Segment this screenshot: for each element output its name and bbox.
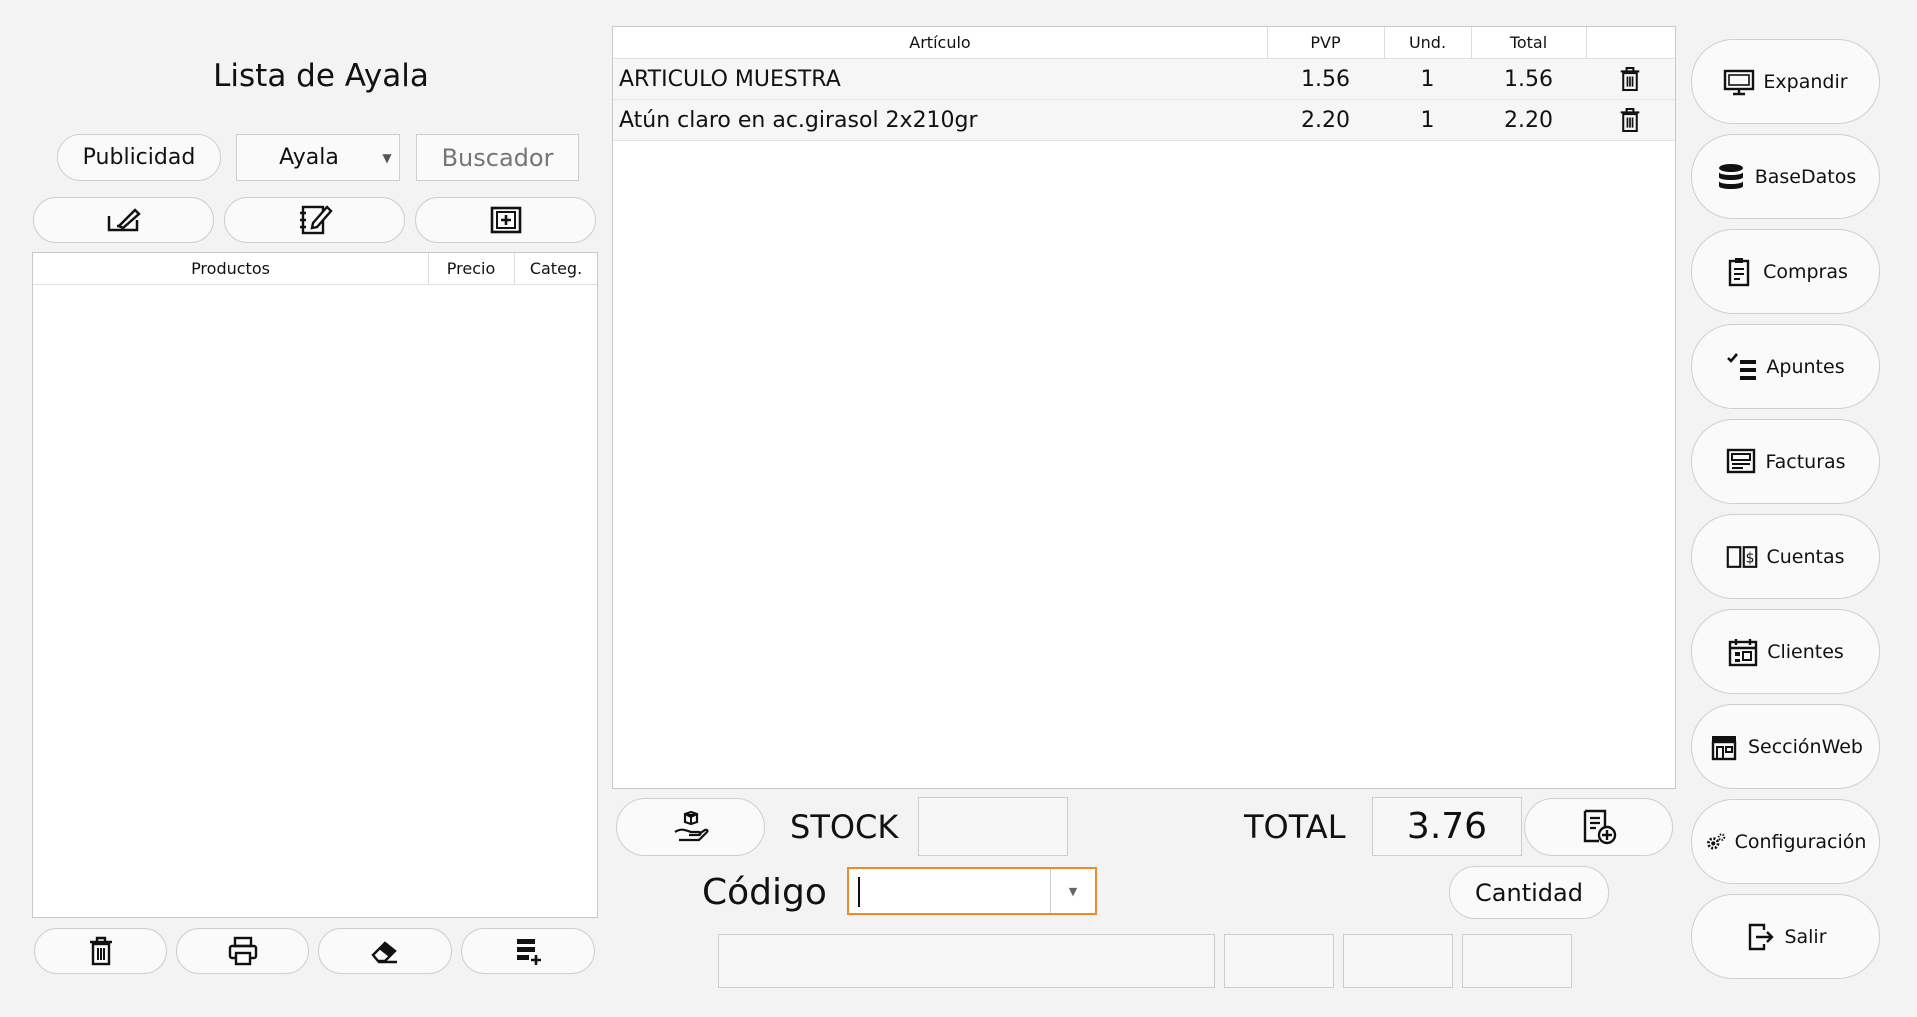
trash-icon [1620, 107, 1640, 133]
search-input[interactable] [416, 134, 579, 181]
table-row[interactable]: Atún claro en ac.girasol 2x210gr 2.20 1 … [613, 100, 1675, 141]
info-field-3 [1343, 934, 1453, 988]
checklist-icon [1727, 352, 1757, 380]
cart-cell-total: 1.56 [1504, 66, 1553, 92]
eraser-icon [371, 941, 397, 964]
codigo-label: Código [702, 872, 827, 913]
notebook-edit-icon [299, 205, 333, 235]
edit-item-button[interactable] [33, 197, 214, 243]
sidebar-item-label: SecciónWeb [1747, 735, 1863, 758]
new-receipt-button[interactable] [1524, 798, 1673, 856]
cart-header-total: Total [1509, 33, 1548, 52]
delete-list-button[interactable] [34, 928, 167, 974]
codigo-input[interactable] [849, 869, 1050, 913]
trash-icon [89, 936, 112, 966]
info-field-4 [1462, 934, 1572, 988]
cantidad-button[interactable]: Cantidad [1449, 866, 1609, 919]
products-header-productos: Productos [191, 259, 270, 278]
print-button[interactable] [176, 928, 309, 974]
codigo-dropdown-button[interactable]: ▼ [1050, 869, 1095, 913]
list-select[interactable]: Ayala ▼ [236, 134, 400, 181]
sidebar-item-facturas[interactable]: Facturas [1691, 419, 1880, 504]
delete-row-button[interactable] [1586, 59, 1674, 99]
list-add-icon [517, 939, 541, 965]
total-label: TOTAL [1244, 808, 1346, 846]
cart-cell-und: 1 [1420, 107, 1435, 133]
cart-table: Artículo PVP Und. Total ARTICULO MUESTRA… [612, 26, 1676, 789]
sidebar-item-label: Configuración [1734, 830, 1867, 853]
products-header-precio: Precio [446, 259, 496, 278]
chevron-down-icon: ▼ [382, 150, 392, 165]
sidebar-item-label: Cuentas [1766, 545, 1845, 568]
sidebar-item-clientes[interactable]: Clientes [1691, 609, 1880, 694]
divider [514, 253, 515, 284]
cart-header-und: Und. [1408, 33, 1447, 52]
text-caret [858, 877, 860, 907]
sidebar-item-label: Salir [1784, 925, 1827, 948]
database-icon [1718, 163, 1743, 189]
cart-header-articulo: Artículo [909, 33, 971, 52]
svg-text:$: $ [1746, 550, 1755, 566]
stock-label: STOCK [790, 808, 899, 846]
sidebar-item-seccionweb[interactable]: SecciónWeb [1691, 704, 1880, 789]
hand-box-icon [673, 810, 708, 842]
invoice-icon [1727, 448, 1756, 473]
stock-button[interactable] [616, 798, 765, 856]
clear-button[interactable] [318, 928, 452, 974]
store-icon [1711, 735, 1737, 760]
cart-header-pvp: PVP [1310, 33, 1341, 52]
edit-icon [107, 208, 141, 232]
chevron-down-icon: ▼ [1068, 884, 1078, 898]
stock-field [918, 797, 1068, 856]
codigo-combobox[interactable]: ▼ [847, 867, 1097, 915]
cart-cell-pvp: 2.20 [1301, 107, 1350, 133]
calendar-icon [1729, 638, 1758, 666]
receipt-add-icon [1583, 809, 1616, 845]
total-value: 3.76 [1406, 806, 1488, 847]
notes-button[interactable] [224, 197, 405, 243]
publicidad-button[interactable]: Publicidad [57, 134, 221, 181]
sidebar-item-label: BaseDatos [1754, 165, 1857, 188]
info-field-1 [718, 934, 1215, 988]
delete-row-button[interactable] [1586, 100, 1674, 140]
info-field-2 [1224, 934, 1334, 988]
total-field: 3.76 [1372, 797, 1522, 856]
sidebar-item-cuentas[interactable]: $ Cuentas [1691, 514, 1880, 599]
products-table: Productos Precio Categ. [32, 252, 598, 918]
add-item-button[interactable] [415, 197, 596, 243]
cart-cell-articulo: Atún claro en ac.girasol 2x210gr [619, 107, 978, 133]
sidebar-item-configuracion[interactable]: Configuración [1691, 799, 1880, 884]
sidebar-item-label: Apuntes [1766, 355, 1845, 378]
sidebar-item-basedatos[interactable]: BaseDatos [1691, 134, 1880, 219]
cart-cell-pvp: 1.56 [1301, 66, 1350, 92]
divider [428, 253, 429, 284]
ledger-icon: $ [1727, 545, 1758, 568]
products-header-categ: Categ. [529, 259, 583, 278]
gears-icon [1706, 832, 1725, 850]
monitor-icon [1724, 69, 1755, 95]
sidebar-item-label: Clientes [1767, 640, 1844, 663]
sidebar-item-compras[interactable]: Compras [1691, 229, 1880, 314]
table-row[interactable]: ARTICULO MUESTRA 1.56 1 1.56 [613, 59, 1675, 100]
sidebar-item-apuntes[interactable]: Apuntes [1691, 324, 1880, 409]
sidebar-item-label: Facturas [1765, 450, 1846, 473]
divider [33, 284, 597, 285]
list-select-value: Ayala [279, 145, 339, 170]
list-title: Lista de Ayala [213, 58, 429, 94]
cart-cell-und: 1 [1420, 66, 1435, 92]
sidebar-item-expandir[interactable]: Expandir [1691, 39, 1880, 124]
cart-cell-articulo: ARTICULO MUESTRA [619, 66, 841, 92]
cart-cell-total: 2.20 [1504, 107, 1553, 133]
sidebar-item-label: Expandir [1763, 70, 1848, 93]
add-row-button[interactable] [461, 928, 595, 974]
trash-icon [1620, 66, 1640, 92]
add-box-icon [490, 206, 521, 234]
printer-icon [228, 936, 257, 966]
sidebar-item-salir[interactable]: Salir [1691, 894, 1880, 979]
sidebar-item-label: Compras [1763, 260, 1848, 283]
clipboard-icon [1728, 257, 1750, 286]
exit-icon [1749, 923, 1775, 950]
